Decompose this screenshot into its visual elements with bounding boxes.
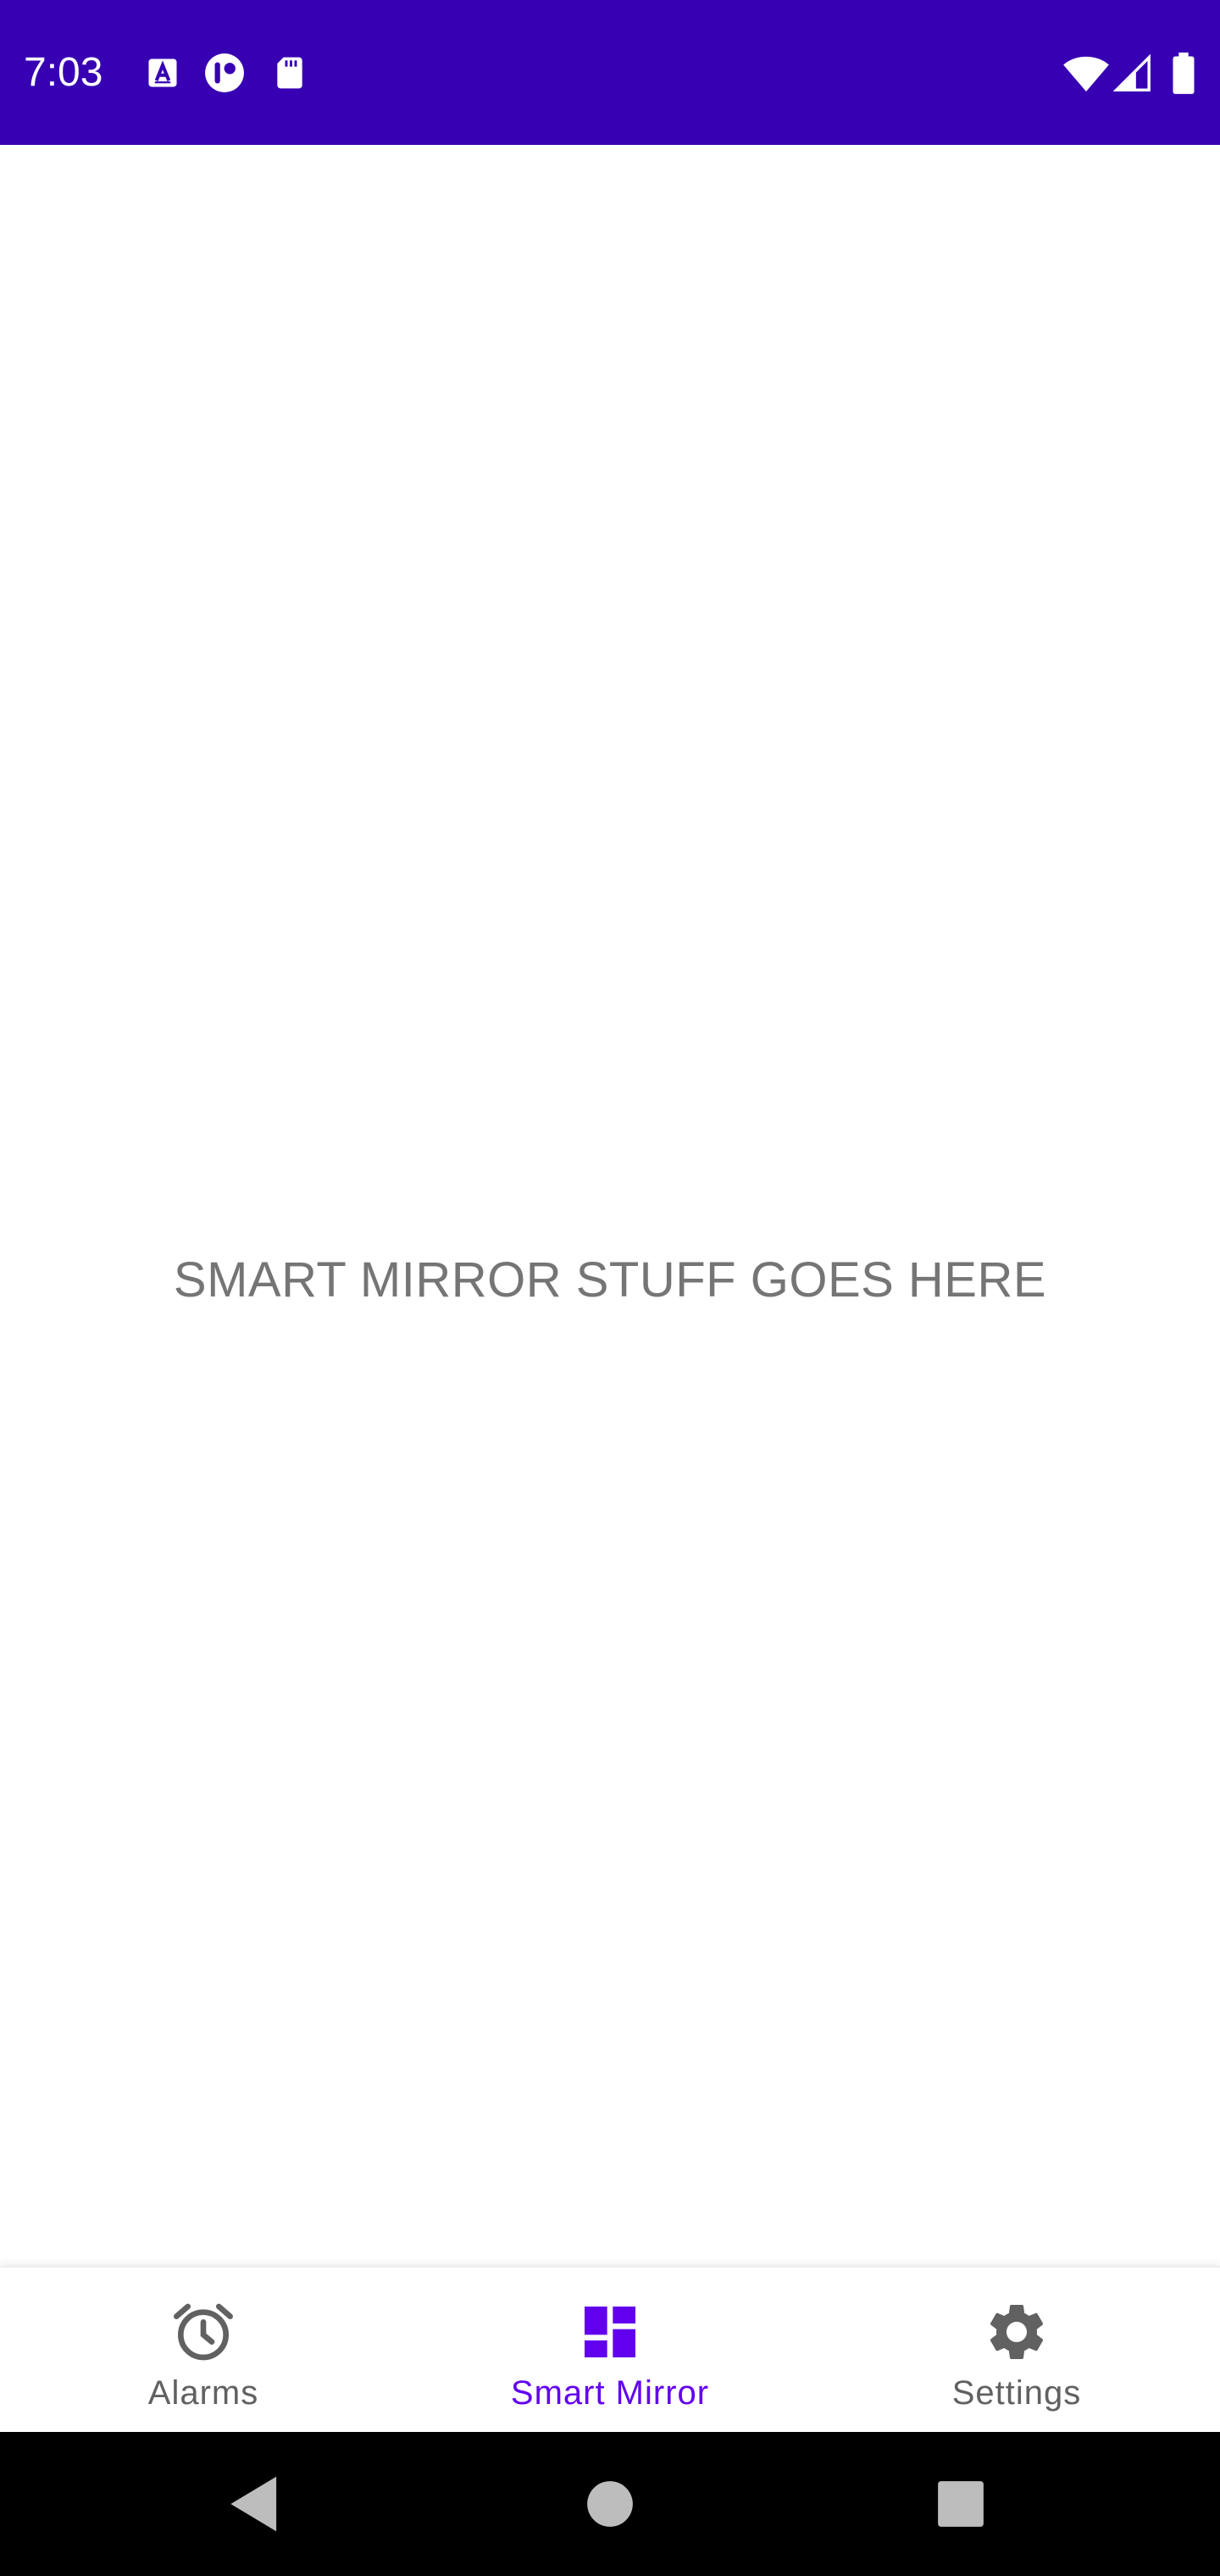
- system-navigation-bar: [0, 2432, 1220, 2576]
- home-icon[interactable]: [574, 2468, 646, 2540]
- nav-item-settings[interactable]: Settings: [813, 2268, 1220, 2432]
- nav-item-smart-mirror[interactable]: Smart Mirror: [407, 2268, 813, 2432]
- nav-label-alarms: Alarms: [147, 2374, 259, 2412]
- dashboard-icon: [576, 2298, 644, 2366]
- alarm-clock-icon: [169, 2298, 237, 2366]
- gear-icon: [983, 2298, 1051, 2366]
- nav-label-smart-mirror: Smart Mirror: [510, 2374, 710, 2412]
- sd-card-icon: [271, 54, 308, 92]
- cellular-signal-icon: [1113, 54, 1152, 93]
- status-time: 7:03: [24, 50, 103, 95]
- app-screen: 7:03 SMART MIRROR STUFF GOES HERE Alarms…: [0, 0, 1220, 2576]
- notification-circle-icon: [203, 52, 246, 94]
- main-content: SMART MIRROR STUFF GOES HERE: [0, 145, 1220, 2266]
- battery-icon: [1171, 53, 1196, 95]
- nav-item-alarms[interactable]: Alarms: [0, 2268, 407, 2432]
- nav-label-settings: Settings: [951, 2374, 1082, 2412]
- app-a-icon: [144, 54, 181, 92]
- status-bar: 7:03: [0, 0, 1220, 145]
- smart-mirror-placeholder: SMART MIRROR STUFF GOES HERE: [173, 1252, 1047, 1307]
- wifi-icon: [1062, 53, 1110, 95]
- bottom-navigation: Alarms Smart Mirror Settings: [0, 2266, 1220, 2432]
- recents-icon[interactable]: [924, 2468, 997, 2540]
- back-icon[interactable]: [219, 2468, 291, 2540]
